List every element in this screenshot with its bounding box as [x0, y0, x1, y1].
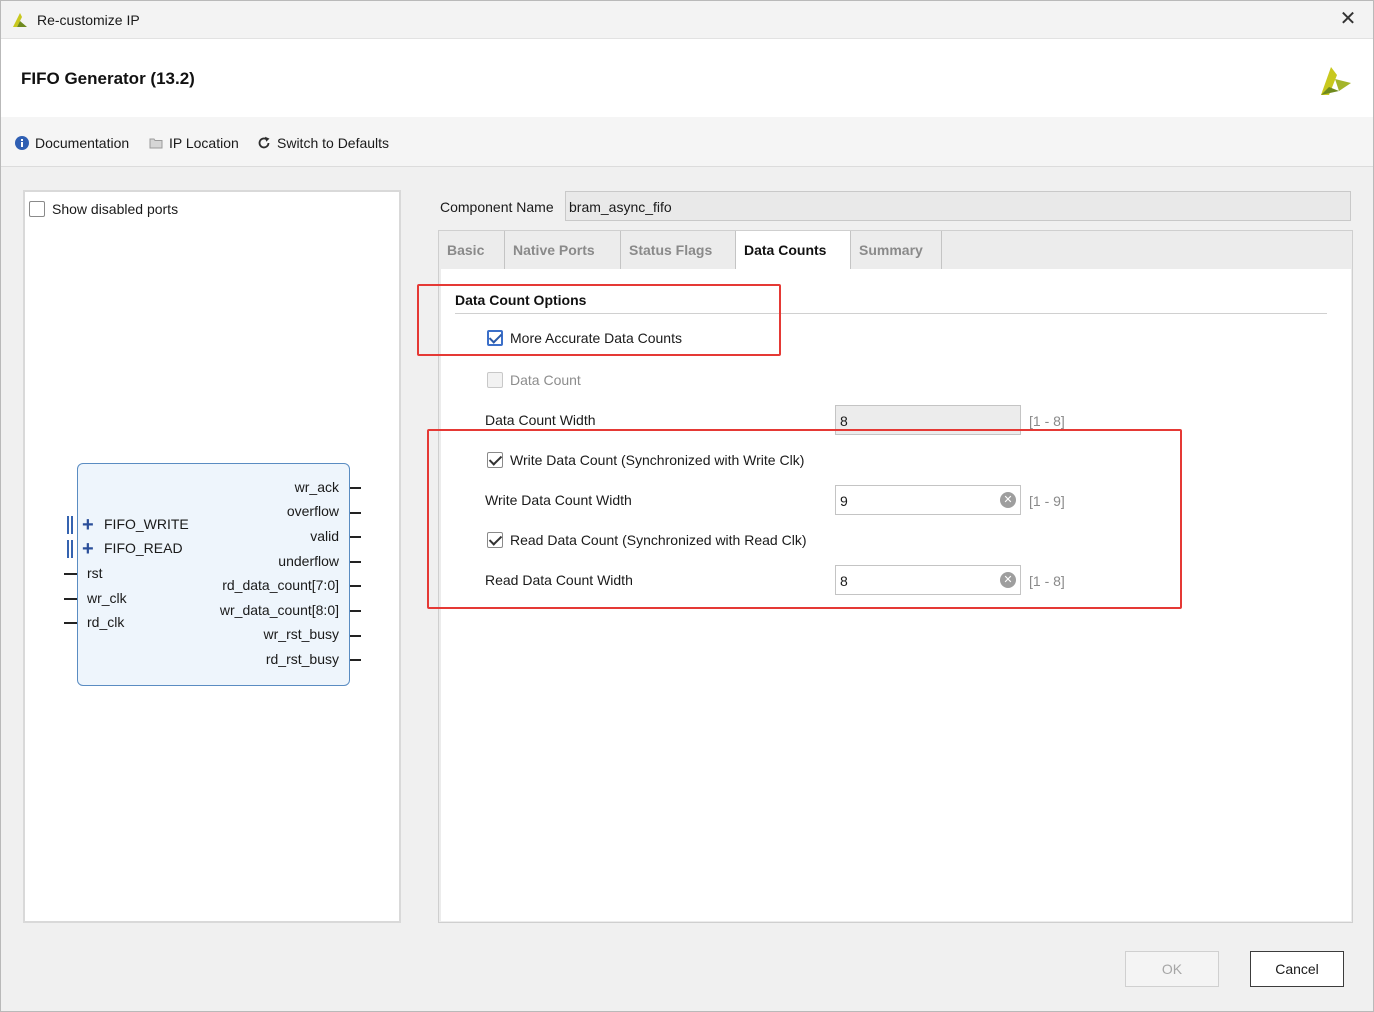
write-data-count-option[interactable]: Write Data Count (Synchronized with Writ…	[487, 452, 804, 468]
tab-native-ports[interactable]: Native Ports	[505, 231, 621, 269]
show-disabled-ports-label: Show disabled ports	[52, 201, 179, 217]
folder-icon	[149, 138, 163, 149]
write-data-count-width-input[interactable]: 9 ✕	[835, 485, 1021, 515]
window-title: Re-customize IP	[37, 12, 140, 28]
bus-pin-fifo-read	[67, 540, 73, 558]
documentation-label: Documentation	[35, 135, 130, 151]
fifo-ip-block: + FIFO_WRITE + FIFO_READ rst wr_clk rd_c…	[64, 463, 361, 686]
data-count-width-field: 8	[835, 405, 1021, 435]
write-data-count-width-range: [1 - 9]	[1029, 493, 1065, 509]
pin-rd-clk	[64, 622, 77, 624]
port-wr-clk: wr_clk	[87, 590, 127, 606]
ip-symbol-panel: Show disabled ports + FIFO_WRITE + FIFO_…	[23, 190, 401, 923]
pin-overflow	[350, 512, 361, 514]
tabs-container: Basic Native Ports Status Flags Data Cou…	[438, 230, 1353, 923]
vivado-app-icon	[13, 13, 27, 27]
bus-pin-fifo-write	[67, 516, 73, 534]
cancel-button[interactable]: Cancel	[1250, 951, 1344, 987]
ok-button[interactable]: OK	[1125, 951, 1219, 987]
show-disabled-ports-toggle[interactable]: Show disabled ports	[29, 201, 178, 217]
write-data-count-label: Write Data Count (Synchronized with Writ…	[510, 452, 805, 468]
port-underflow: underflow	[278, 553, 339, 569]
port-valid: valid	[310, 528, 339, 544]
section-divider	[455, 313, 1327, 314]
port-wr-data-count: wr_data_count[8:0]	[219, 602, 339, 618]
pin-rst	[64, 573, 77, 575]
data-count-width-range: [1 - 8]	[1029, 413, 1065, 429]
port-wr-ack: wr_ack	[294, 479, 339, 495]
port-rst: rst	[87, 565, 103, 581]
read-data-count-width-label: Read Data Count Width	[485, 572, 633, 588]
toolbar: Documentation IP Location Switch to Defa…	[1, 117, 1373, 167]
port-rd-rst-busy: rd_rst_busy	[265, 651, 339, 667]
ip-title: FIFO Generator (13.2)	[21, 69, 195, 88]
dialog-window: Re-customize IP ✕ FIFO Generator (13.2) …	[0, 0, 1374, 1012]
section-title: Data Count Options	[455, 292, 587, 308]
pin-rd-data-count	[350, 585, 361, 587]
read-data-count-label: Read Data Count (Synchronized with Read …	[510, 532, 807, 548]
info-icon	[15, 136, 29, 150]
title-bar: Re-customize IP ✕	[1, 1, 1373, 39]
read-data-count-checkbox[interactable]	[487, 532, 503, 548]
close-icon[interactable]: ✕	[1337, 8, 1359, 30]
port-wr-rst-busy: wr_rst_busy	[263, 626, 339, 642]
write-data-count-width-label: Write Data Count Width	[485, 492, 632, 508]
xilinx-logo-icon	[1321, 67, 1351, 95]
pin-wr-rst-busy	[350, 635, 361, 637]
tab-summary[interactable]: Summary	[851, 231, 942, 269]
data-counts-tab-content: Data Count Options More Accurate Data Co…	[441, 269, 1351, 921]
port-fifo-write: FIFO_WRITE	[104, 516, 189, 532]
clear-write-width-icon[interactable]: ✕	[1000, 492, 1016, 508]
more-accurate-data-counts-checkbox[interactable]	[487, 330, 503, 346]
port-rd-data-count: rd_data_count[7:0]	[222, 577, 339, 593]
write-data-count-checkbox[interactable]	[487, 452, 503, 468]
pin-wr-ack	[350, 487, 361, 489]
pin-valid	[350, 536, 361, 538]
ip-location-link[interactable]: IP Location	[149, 134, 239, 152]
read-data-count-width-range: [1 - 8]	[1029, 573, 1065, 589]
read-data-count-width-value: 8	[840, 573, 848, 589]
more-accurate-data-counts-option[interactable]: More Accurate Data Counts	[487, 330, 682, 346]
pin-underflow	[350, 561, 361, 563]
tab-data-counts[interactable]: Data Counts	[736, 231, 851, 269]
pin-rd-rst-busy	[350, 659, 361, 661]
expand-fifo-write-icon[interactable]: +	[82, 515, 94, 535]
ip-location-label: IP Location	[169, 135, 239, 151]
port-overflow: overflow	[286, 503, 339, 519]
dialog-header: FIFO Generator (13.2)	[1, 39, 1373, 117]
component-name-input[interactable]: bram_async_fifo	[565, 191, 1351, 221]
component-name-label: Component Name	[440, 199, 554, 215]
port-rd-clk: rd_clk	[87, 614, 125, 630]
expand-fifo-read-icon[interactable]: +	[82, 539, 94, 559]
documentation-link[interactable]: Documentation	[15, 134, 129, 152]
read-data-count-width-input[interactable]: 8 ✕	[835, 565, 1021, 595]
data-count-label: Data Count	[510, 372, 581, 388]
more-accurate-data-counts-label: More Accurate Data Counts	[510, 330, 682, 346]
data-count-width-label: Data Count Width	[485, 412, 596, 428]
tab-basic[interactable]: Basic	[439, 231, 505, 269]
port-fifo-read: FIFO_READ	[104, 540, 183, 556]
write-data-count-width-value: 9	[840, 493, 848, 509]
data-count-checkbox	[487, 372, 503, 388]
switch-defaults-label: Switch to Defaults	[277, 135, 390, 151]
pin-wr-clk	[64, 598, 77, 600]
refresh-icon	[258, 136, 270, 149]
pin-wr-data-count	[350, 610, 361, 612]
read-data-count-option[interactable]: Read Data Count (Synchronized with Read …	[487, 532, 806, 548]
switch-defaults-link[interactable]: Switch to Defaults	[257, 134, 389, 152]
clear-read-width-icon[interactable]: ✕	[1000, 572, 1016, 588]
configuration-panel: Component Name bram_async_fifo Basic Nat…	[438, 190, 1353, 923]
tab-status-flags[interactable]: Status Flags	[621, 231, 736, 269]
data-count-option: Data Count	[487, 372, 581, 388]
show-disabled-ports-checkbox[interactable]	[29, 201, 45, 217]
